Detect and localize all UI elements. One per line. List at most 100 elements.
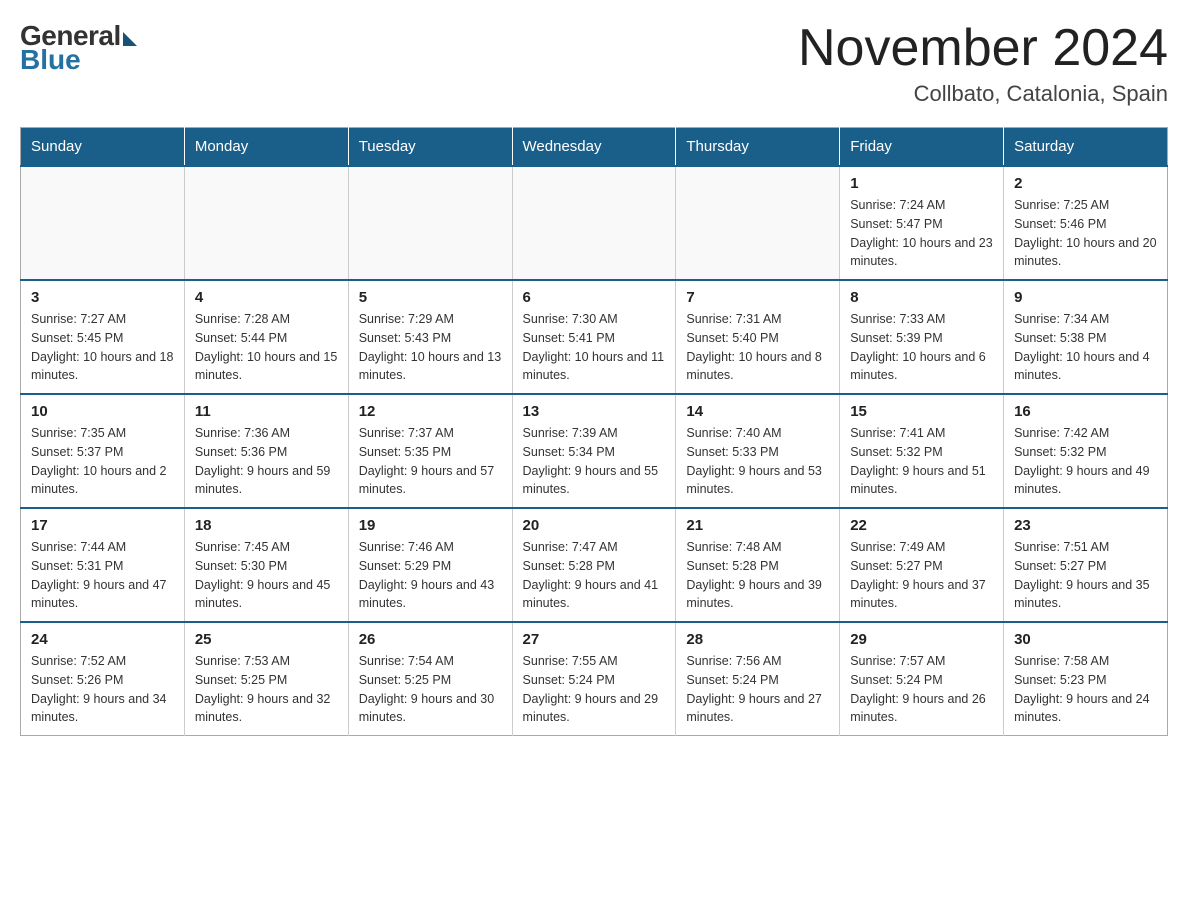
day-number: 27: [523, 631, 666, 648]
calendar-cell: 19 Sunrise: 7:46 AM Sunset: 5:29 PM Dayli…: [348, 508, 512, 622]
calendar-cell: 14Sunrise: 7:40 AM Sunset: 5:33 PM Dayli…: [676, 394, 840, 508]
day-number: 14: [686, 403, 829, 420]
header-friday: Friday: [840, 128, 1004, 167]
calendar-cell: 15 Sunrise: 7:41 AM Sunset: 5:32 PM Dayli…: [840, 394, 1004, 508]
cell-info: Sunrise: 7:37 AM Sunset: 5:35 PM Dayligh…: [359, 424, 502, 499]
cell-info: Sunrise: 7:55 AM Sunset: 5:24 PM Dayligh…: [523, 652, 666, 727]
cell-info: Sunrise: 7:44 AM Sunset: 5:31 PM Dayligh…: [31, 538, 174, 613]
calendar-cell: 7 Sunrise: 7:31 AM Sunset: 5:40 PM Daylig…: [676, 280, 840, 394]
calendar-cell: [21, 166, 185, 280]
calendar-cell: 1 Sunrise: 7:24 AM Sunset: 5:47 PM Daylig…: [840, 166, 1004, 280]
day-number: 12: [359, 403, 502, 420]
cell-info: Sunrise: 7:31 AM Sunset: 5:40 PM Dayligh…: [686, 310, 829, 385]
calendar-cell: 9 Sunrise: 7:34 AM Sunset: 5:38 PM Daylig…: [1004, 280, 1168, 394]
day-number: 10: [31, 403, 174, 420]
day-number: 3: [31, 289, 174, 306]
day-number: 1: [850, 175, 993, 192]
cell-info: Sunrise: 7:57 AM Sunset: 5:24 PM Dayligh…: [850, 652, 993, 727]
calendar-cell: [512, 166, 676, 280]
calendar-week-0: 1 Sunrise: 7:24 AM Sunset: 5:47 PM Daylig…: [21, 166, 1168, 280]
cell-info: Sunrise: 7:53 AM Sunset: 5:25 PM Dayligh…: [195, 652, 338, 727]
day-number: 11: [195, 403, 338, 420]
logo-arrow-icon: [123, 32, 137, 46]
day-number: 9: [1014, 289, 1157, 306]
calendar-cell: 12 Sunrise: 7:37 AM Sunset: 5:35 PM Dayli…: [348, 394, 512, 508]
calendar-cell: 29 Sunrise: 7:57 AM Sunset: 5:24 PM Dayli…: [840, 622, 1004, 736]
calendar-cell: 10 Sunrise: 7:35 AM Sunset: 5:37 PM Dayli…: [21, 394, 185, 508]
header-monday: Monday: [184, 128, 348, 167]
day-number: 13: [523, 403, 666, 420]
header-saturday: Saturday: [1004, 128, 1168, 167]
day-number: 19: [359, 517, 502, 534]
calendar-cell: 6Sunrise: 7:30 AM Sunset: 5:41 PM Daylig…: [512, 280, 676, 394]
cell-info: Sunrise: 7:46 AM Sunset: 5:29 PM Dayligh…: [359, 538, 502, 613]
calendar-cell: 17 Sunrise: 7:44 AM Sunset: 5:31 PM Dayli…: [21, 508, 185, 622]
cell-info: Sunrise: 7:28 AM Sunset: 5:44 PM Dayligh…: [195, 310, 338, 385]
month-title: November 2024: [798, 20, 1168, 77]
calendar-cell: 18 Sunrise: 7:45 AM Sunset: 5:30 PM Dayli…: [184, 508, 348, 622]
day-number: 18: [195, 517, 338, 534]
cell-info: Sunrise: 7:49 AM Sunset: 5:27 PM Dayligh…: [850, 538, 993, 613]
calendar-cell: 4Sunrise: 7:28 AM Sunset: 5:44 PM Daylig…: [184, 280, 348, 394]
cell-info: Sunrise: 7:33 AM Sunset: 5:39 PM Dayligh…: [850, 310, 993, 385]
title-area: November 2024 Collbato, Catalonia, Spain: [798, 20, 1168, 107]
cell-info: Sunrise: 7:36 AM Sunset: 5:36 PM Dayligh…: [195, 424, 338, 499]
page-header: General Blue November 2024 Collbato, Cat…: [20, 20, 1168, 107]
day-number: 5: [359, 289, 502, 306]
cell-info: Sunrise: 7:41 AM Sunset: 5:32 PM Dayligh…: [850, 424, 993, 499]
cell-info: Sunrise: 7:56 AM Sunset: 5:24 PM Dayligh…: [686, 652, 829, 727]
cell-info: Sunrise: 7:58 AM Sunset: 5:23 PM Dayligh…: [1014, 652, 1157, 727]
calendar-week-1: 3 Sunrise: 7:27 AM Sunset: 5:45 PM Daylig…: [21, 280, 1168, 394]
day-number: 20: [523, 517, 666, 534]
cell-info: Sunrise: 7:29 AM Sunset: 5:43 PM Dayligh…: [359, 310, 502, 385]
calendar-cell: 21 Sunrise: 7:48 AM Sunset: 5:28 PM Dayli…: [676, 508, 840, 622]
logo: General Blue: [20, 20, 137, 76]
calendar-cell: 25 Sunrise: 7:53 AM Sunset: 5:25 PM Dayli…: [184, 622, 348, 736]
day-number: 24: [31, 631, 174, 648]
day-number: 21: [686, 517, 829, 534]
day-number: 26: [359, 631, 502, 648]
cell-info: Sunrise: 7:54 AM Sunset: 5:25 PM Dayligh…: [359, 652, 502, 727]
calendar-cell: 26 Sunrise: 7:54 AM Sunset: 5:25 PM Dayli…: [348, 622, 512, 736]
cell-info: Sunrise: 7:25 AM Sunset: 5:46 PM Dayligh…: [1014, 196, 1157, 271]
day-number: 8: [850, 289, 993, 306]
header-thursday: Thursday: [676, 128, 840, 167]
cell-info: Sunrise: 7:45 AM Sunset: 5:30 PM Dayligh…: [195, 538, 338, 613]
day-number: 2: [1014, 175, 1157, 192]
header-wednesday: Wednesday: [512, 128, 676, 167]
day-number: 25: [195, 631, 338, 648]
cell-info: Sunrise: 7:34 AM Sunset: 5:38 PM Dayligh…: [1014, 310, 1157, 385]
calendar-cell: [348, 166, 512, 280]
calendar-week-3: 17 Sunrise: 7:44 AM Sunset: 5:31 PM Dayli…: [21, 508, 1168, 622]
day-number: 29: [850, 631, 993, 648]
calendar-cell: 27 Sunrise: 7:55 AM Sunset: 5:24 PM Dayli…: [512, 622, 676, 736]
cell-info: Sunrise: 7:35 AM Sunset: 5:37 PM Dayligh…: [31, 424, 174, 499]
day-number: 15: [850, 403, 993, 420]
logo-blue-text: Blue: [20, 44, 81, 76]
calendar-cell: 24 Sunrise: 7:52 AM Sunset: 5:26 PM Dayli…: [21, 622, 185, 736]
calendar-header-row: SundayMondayTuesdayWednesdayThursdayFrid…: [21, 128, 1168, 167]
calendar-cell: 22 Sunrise: 7:49 AM Sunset: 5:27 PM Dayli…: [840, 508, 1004, 622]
calendar-cell: 2 Sunrise: 7:25 AM Sunset: 5:46 PM Daylig…: [1004, 166, 1168, 280]
cell-info: Sunrise: 7:47 AM Sunset: 5:28 PM Dayligh…: [523, 538, 666, 613]
cell-info: Sunrise: 7:48 AM Sunset: 5:28 PM Dayligh…: [686, 538, 829, 613]
calendar-week-2: 10 Sunrise: 7:35 AM Sunset: 5:37 PM Dayli…: [21, 394, 1168, 508]
header-tuesday: Tuesday: [348, 128, 512, 167]
day-number: 7: [686, 289, 829, 306]
calendar-cell: 16Sunrise: 7:42 AM Sunset: 5:32 PM Dayli…: [1004, 394, 1168, 508]
cell-info: Sunrise: 7:27 AM Sunset: 5:45 PM Dayligh…: [31, 310, 174, 385]
day-number: 6: [523, 289, 666, 306]
calendar-cell: 8 Sunrise: 7:33 AM Sunset: 5:39 PM Daylig…: [840, 280, 1004, 394]
cell-info: Sunrise: 7:52 AM Sunset: 5:26 PM Dayligh…: [31, 652, 174, 727]
day-number: 17: [31, 517, 174, 534]
day-number: 22: [850, 517, 993, 534]
cell-info: Sunrise: 7:24 AM Sunset: 5:47 PM Dayligh…: [850, 196, 993, 271]
day-number: 30: [1014, 631, 1157, 648]
calendar-cell: 30 Sunrise: 7:58 AM Sunset: 5:23 PM Dayli…: [1004, 622, 1168, 736]
calendar-cell: 23Sunrise: 7:51 AM Sunset: 5:27 PM Dayli…: [1004, 508, 1168, 622]
cell-info: Sunrise: 7:39 AM Sunset: 5:34 PM Dayligh…: [523, 424, 666, 499]
calendar-cell: [184, 166, 348, 280]
calendar-cell: 5 Sunrise: 7:29 AM Sunset: 5:43 PM Daylig…: [348, 280, 512, 394]
calendar-cell: 11 Sunrise: 7:36 AM Sunset: 5:36 PM Dayli…: [184, 394, 348, 508]
calendar-cell: 13 Sunrise: 7:39 AM Sunset: 5:34 PM Dayli…: [512, 394, 676, 508]
